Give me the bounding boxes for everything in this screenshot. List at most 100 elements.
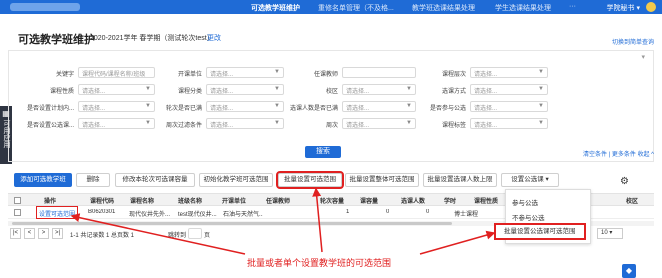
chevron-down-icon: ▼ xyxy=(274,86,280,92)
chevron-down-icon: ▼ xyxy=(538,69,544,75)
method-select[interactable]: 请选择... ▼ xyxy=(470,84,548,95)
init-range-button[interactable]: 初始化教学班可选范围 xyxy=(199,173,273,187)
change-term-link[interactable]: 更改 xyxy=(207,33,221,43)
pager-jump-label: 跳转到 xyxy=(168,233,187,239)
filter-label-campus: 校区 xyxy=(325,89,338,95)
page-title: 可选教学班维护 xyxy=(18,34,95,46)
nav-tab-class-results[interactable]: 教学班选课结果处理 xyxy=(412,3,475,13)
user-menu[interactable]: 学院秘书 ▾ xyxy=(607,3,640,13)
week-filter-select-value: 请选择... xyxy=(210,123,234,129)
campus-select[interactable]: 请选择... ▼ xyxy=(342,84,416,95)
campus-select-value: 请选择... xyxy=(346,89,370,95)
round-full-select[interactable]: 请选择... ▼ xyxy=(206,101,284,112)
chevron-down-icon: ▼ xyxy=(274,103,280,109)
keyword-input[interactable]: 课程代码/课程名称/班级 xyxy=(78,67,155,78)
col-header-class-name[interactable]: 班级名称 xyxy=(178,196,202,205)
category-select-value: 请选择... xyxy=(210,89,234,95)
menu-item-join-public[interactable]: 参与公选 xyxy=(512,197,538,207)
plan-select[interactable]: 请选择... ▼ xyxy=(78,101,155,112)
filter-label-method: 选课方式 xyxy=(441,89,466,95)
filter-label-week: 周次 xyxy=(325,123,338,129)
pager-page-unit: 页 xyxy=(204,233,211,239)
search-button[interactable]: 搜索 xyxy=(305,146,341,158)
cell-nature: 博士课程 xyxy=(454,212,479,218)
col-header-operation: 操作 xyxy=(44,199,57,205)
col-header-course-name[interactable]: 课程名称 xyxy=(130,196,154,205)
public-select-value: 请选择... xyxy=(474,106,498,112)
chevron-down-icon: ▼ xyxy=(538,120,544,126)
avatar[interactable] xyxy=(646,2,656,12)
last-page-button[interactable]: >| xyxy=(52,228,63,239)
col-header-capacity[interactable]: 课容量 xyxy=(360,196,378,205)
level-select[interactable]: 请选择... ▼ xyxy=(470,67,548,78)
filter-label-level: 课程层次 xyxy=(441,72,466,78)
col-header-round-capacity[interactable]: 轮次容量 xyxy=(320,196,344,205)
batch-set-overall-range-button[interactable]: 批量设置整体可选范围 xyxy=(345,173,419,187)
batch-set-limit-button[interactable]: 批量设置选课人数上限 xyxy=(423,173,497,187)
cell-enrolled: 0 xyxy=(426,209,430,215)
category-select[interactable]: 请选择... ▼ xyxy=(206,84,284,95)
page-size-select[interactable]: 10 ▾ xyxy=(597,228,623,239)
gear-icon[interactable]: ⚙ xyxy=(620,176,629,187)
col-header-enrolled[interactable]: 选课人数 xyxy=(401,196,425,205)
next-page-button[interactable]: > xyxy=(38,228,49,239)
chevron-down-icon: ▼ xyxy=(274,120,280,126)
week-filter-select[interactable]: 请选择... ▼ xyxy=(206,118,284,129)
collapse-chevron-icon[interactable]: ▾ xyxy=(641,53,645,61)
cell-course-code: B0620301 xyxy=(88,209,116,215)
select-all-checkbox[interactable] xyxy=(14,197,21,204)
filter-label-tag: 课程标签 xyxy=(441,123,466,129)
chevron-down-icon: ▼ xyxy=(538,86,544,92)
plan-select-value: 请选择... xyxy=(82,106,106,112)
nav-tab-class-maintenance[interactable]: 可选教学班维护 xyxy=(251,3,300,16)
batch-set-range-button[interactable]: 批量设置可选范围 xyxy=(276,171,344,189)
public-set-select[interactable]: 请选择... ▼ xyxy=(78,118,155,129)
delete-button[interactable]: 删除 xyxy=(76,173,110,187)
col-header-course-code[interactable]: 课程代码 xyxy=(90,196,114,205)
row-checkbox[interactable] xyxy=(14,209,21,216)
filter-label-round-full: 轮次是否已满 xyxy=(165,106,202,112)
cell-unit: 石油与天然气... xyxy=(223,212,263,218)
cell-course-name: 现代仪井先外... xyxy=(129,212,171,218)
nav-tab-student-results[interactable]: 学生选课结果处理 xyxy=(495,3,551,13)
col-header-hours[interactable]: 学时 xyxy=(444,196,456,205)
tag-select[interactable]: 请选择... ▼ xyxy=(470,118,548,129)
filter-label-unit: 开课单位 xyxy=(177,72,202,78)
nature-select-value: 请选择... xyxy=(82,89,106,95)
first-page-button[interactable]: |< xyxy=(10,228,21,239)
chevron-down-icon: ▼ xyxy=(274,69,280,75)
prev-page-button[interactable]: < xyxy=(24,228,35,239)
count-full-select[interactable]: 请选择... ▼ xyxy=(342,101,416,112)
switch-simple-query-link[interactable]: 切换到简单查询 xyxy=(612,37,654,46)
nature-select[interactable]: 请选择... ▼ xyxy=(78,84,155,95)
col-header-campus[interactable]: 校区 xyxy=(626,196,638,205)
modify-capacity-button[interactable]: 修改本轮次可选课容量 xyxy=(115,173,195,187)
teacher-input[interactable] xyxy=(342,67,416,78)
filter-label-public-set: 是否设置公选课... xyxy=(26,123,74,129)
unit-select[interactable]: 请选择... ▼ xyxy=(206,67,284,78)
menu-item-batch-public-range[interactable]: 批量设置公选课可选范围 xyxy=(494,223,586,240)
chevron-down-icon: ▼ xyxy=(406,103,412,109)
menu-item-not-join-public[interactable]: 不参与公选 xyxy=(512,212,545,222)
chevron-down-icon: ▼ xyxy=(538,103,544,109)
public-course-dropdown-button[interactable]: 设置公选课 ▾ xyxy=(501,173,559,187)
filter-label-plan: 是否设置计划内... xyxy=(26,106,74,112)
nav-more-button[interactable]: ··· xyxy=(569,3,576,10)
layers-icon[interactable]: ◆ xyxy=(622,264,636,278)
tag-select-value: 请选择... xyxy=(474,123,498,129)
week-select[interactable]: 请选择... ▼ xyxy=(342,118,416,129)
add-class-button[interactable]: 添加可选教学班 xyxy=(14,173,72,187)
cell-capacity: 0 xyxy=(386,209,390,215)
col-header-nature[interactable]: 课程性质 xyxy=(474,196,498,205)
clear-conditions-link[interactable]: 清空条件 | 更多条件 收起 ^ xyxy=(583,149,654,158)
chevron-down-icon: ▼ xyxy=(406,86,412,92)
pager-info: 1-1 共记录数 1 总页数 1 xyxy=(70,233,135,239)
col-header-unit[interactable]: 开课单位 xyxy=(222,196,246,205)
page-number-input[interactable] xyxy=(188,228,202,239)
scrollbar-thumb[interactable] xyxy=(12,222,452,225)
public-select[interactable]: 请选择... ▼ xyxy=(470,101,548,112)
nav-tab-resit-list[interactable]: 重修名单管理（不及格... xyxy=(318,3,394,13)
col-header-teacher[interactable]: 任课教师 xyxy=(266,196,290,205)
top-navbar: 可选教学班维护 重修名单管理（不及格... 教学班选课结果处理 学生选课结果处理… xyxy=(0,0,662,16)
school-logo xyxy=(10,3,80,11)
